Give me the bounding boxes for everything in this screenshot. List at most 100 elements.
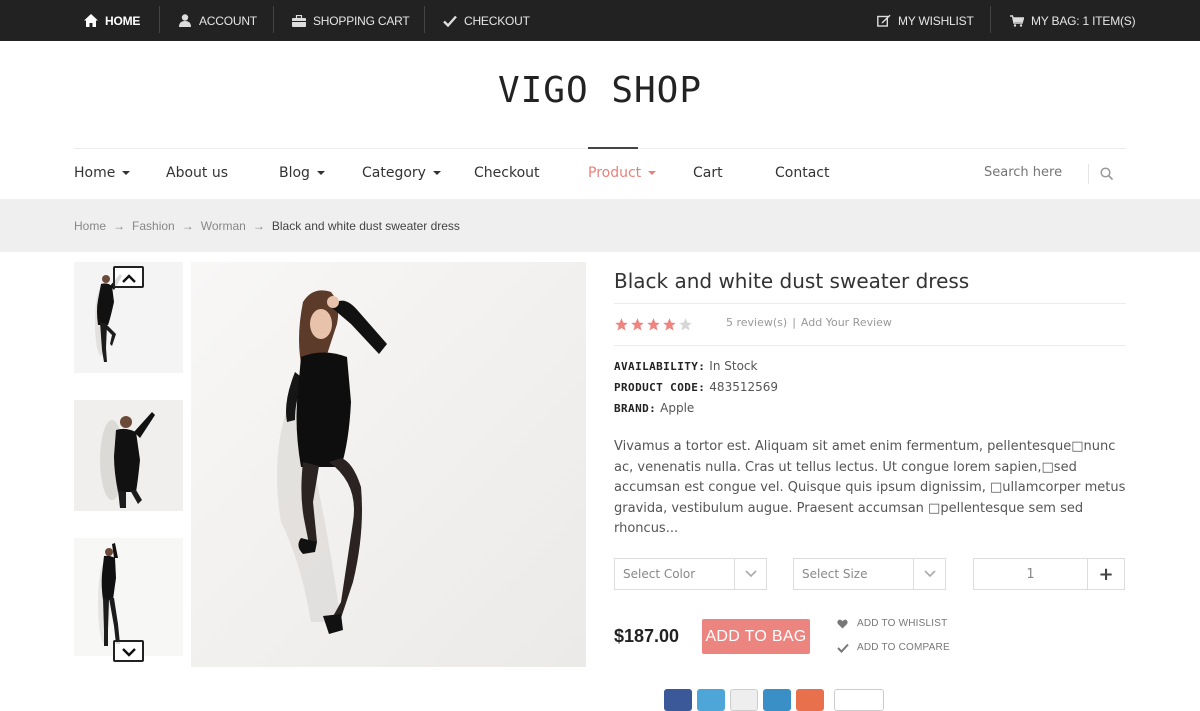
topbar-shopping-cart-link[interactable]: SHOPPING CART [292, 0, 410, 41]
nav-item-cart[interactable]: Cart [693, 149, 723, 197]
user-icon [178, 14, 192, 28]
heart-icon [837, 619, 849, 629]
topbar-bag-link[interactable]: MY BAG: 1 ITEM(S) [1010, 0, 1136, 41]
nav-item-home[interactable]: Home [74, 149, 131, 197]
nav-item-label: Product [588, 165, 642, 181]
product-code-row: PRODUCT CODE: 483512569 [614, 380, 778, 394]
caret-down-icon [432, 171, 441, 175]
brand-row: BRAND: Apple [614, 401, 694, 415]
breadcrumb: Home → Fashion → Worman → Black and whit… [74, 219, 460, 233]
nav-item-category[interactable]: Category [362, 149, 441, 197]
product-thumbnail-image [74, 538, 183, 656]
facebook-share-icon[interactable] [664, 689, 692, 711]
topbar-wishlist-link[interactable]: MY WISHLIST [877, 0, 974, 41]
product-thumbnail[interactable] [74, 400, 183, 511]
quantity-stepper: 1 + [973, 558, 1125, 590]
topbar-checkout-label: CHECKOUT [464, 13, 530, 28]
checkmark-icon [837, 643, 849, 653]
product-code-label: PRODUCT CODE: [614, 381, 706, 394]
breadcrumb-link-fashion[interactable]: Fashion [132, 219, 175, 233]
divider [614, 303, 1126, 304]
add-to-bag-button[interactable]: ADD TO BAG [702, 619, 810, 654]
product-thumbnail[interactable] [74, 538, 183, 656]
nav-item-label: Cart [693, 165, 723, 181]
search-input[interactable] [984, 165, 1084, 180]
topbar-wishlist-label: MY WISHLIST [898, 13, 974, 28]
pipe-separator: | [792, 316, 796, 329]
twitter-share-icon[interactable] [697, 689, 725, 711]
brand-label: BRAND: [614, 402, 657, 415]
arrow-right-icon: → [252, 219, 265, 233]
star-filled-icon [630, 317, 645, 332]
email-share-icon[interactable] [730, 689, 758, 711]
topbar-home-link[interactable]: HOME [84, 0, 140, 41]
product-description: Vivamus a tortor est. Aliquam sit amet e… [614, 439, 1126, 536]
topbar-divider [273, 6, 274, 33]
review-count-link[interactable]: 5 review(s) [726, 316, 787, 329]
topbar-checkout-link[interactable]: CHECKOUT [443, 0, 530, 41]
thumbnail-scroll-down-button[interactable] [113, 640, 144, 662]
nav-item-about-us[interactable]: About us [166, 149, 228, 197]
add-to-compare-label: ADD TO COMPARE [857, 642, 950, 653]
share-count-button[interactable] [834, 689, 884, 711]
site-logo[interactable]: VIGO SHOP [0, 70, 1200, 111]
chevron-up-icon [121, 268, 136, 287]
nav-item-checkout[interactable]: Checkout [474, 149, 540, 197]
product-title: Black and white dust sweater dress [614, 269, 970, 293]
size-select-label: Select Size [802, 567, 868, 581]
plus-icon[interactable]: + [1088, 559, 1124, 589]
breadcrumb-link-worman[interactable]: Worman [201, 219, 246, 233]
topbar-divider [424, 6, 425, 33]
arrow-right-icon: → [113, 219, 126, 233]
product-photo [191, 262, 586, 667]
quantity-input[interactable]: 1 [974, 559, 1088, 589]
reviews-row: 5 review(s) | Add Your Review [726, 316, 892, 329]
availability-label: AVAILABILITY: [614, 360, 706, 373]
top-bar: HOME ACCOUNT SHOPPING CART CHECKOUT MY W… [0, 0, 1200, 41]
nav-item-blog[interactable]: Blog [279, 149, 325, 197]
color-select-label: Select Color [623, 567, 696, 581]
product-thumbnail-image [74, 400, 183, 511]
color-select[interactable]: Select Color [614, 558, 767, 590]
topbar-bag-label: MY BAG: 1 ITEM(S) [1031, 13, 1136, 28]
linkedin-share-icon[interactable] [763, 689, 791, 711]
nav-item-contact[interactable]: Contact [775, 149, 829, 197]
topbar-divider [159, 6, 160, 33]
breadcrumb-link-home[interactable]: Home [74, 219, 106, 233]
add-to-wishlist-label: ADD TO WHISLIST [857, 618, 948, 629]
thumbnail-scroll-up-button[interactable] [113, 266, 144, 288]
stumbleupon-share-icon[interactable] [796, 689, 824, 711]
size-select[interactable]: Select Size [793, 558, 946, 590]
topbar-divider [990, 6, 991, 33]
nav-item-label: About us [166, 165, 229, 181]
rating-stars [614, 317, 694, 332]
nav-item-product[interactable]: Product [588, 149, 657, 197]
add-to-wishlist-link[interactable]: ADD TO WHISLIST [837, 618, 947, 629]
star-filled-icon [614, 317, 629, 332]
availability-value: In Stock [709, 359, 758, 373]
cart-icon [1010, 14, 1024, 28]
product-code-value: 483512569 [709, 380, 779, 394]
product-main-image[interactable] [191, 262, 586, 667]
caret-down-icon [316, 171, 325, 175]
nav-item-label: Category [362, 165, 426, 181]
search-icon[interactable] [1100, 166, 1114, 185]
caret-down-icon [122, 171, 131, 175]
chevron-down-icon [121, 642, 136, 661]
chevron-down-icon [913, 559, 945, 589]
caret-down-icon [648, 171, 657, 175]
briefcase-icon [292, 14, 306, 28]
add-to-compare-link[interactable]: ADD TO COMPARE [837, 642, 950, 653]
add-review-link[interactable]: Add Your Review [801, 316, 892, 329]
nav-item-label: Blog [279, 165, 310, 181]
topbar-home-label: HOME [105, 13, 141, 28]
nav-item-label: Checkout [474, 165, 540, 181]
star-filled-icon [662, 317, 677, 332]
breadcrumb-current: Black and white dust sweater dress [271, 219, 460, 233]
main-nav: Home About us Blog Category Checkout Pro… [74, 147, 1126, 198]
arrow-right-icon: → [181, 219, 194, 233]
star-filled-icon [646, 317, 661, 332]
edit-icon [877, 14, 891, 28]
brand-value: Apple [660, 401, 695, 415]
topbar-account-link[interactable]: ACCOUNT [178, 0, 257, 41]
